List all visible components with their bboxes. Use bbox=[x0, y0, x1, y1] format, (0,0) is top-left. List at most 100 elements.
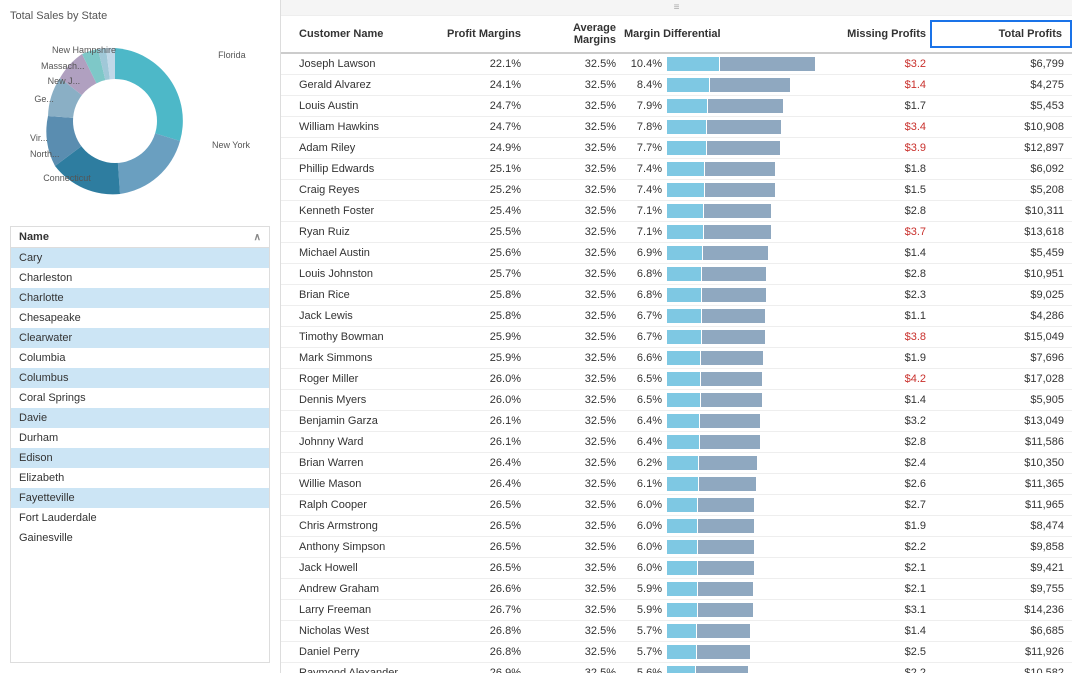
list-item[interactable]: Clearwater bbox=[11, 328, 269, 348]
table-row[interactable]: Kenneth Foster25.4%32.5%7.1%$2.8$10,311 bbox=[281, 201, 1072, 222]
table-row[interactable]: Johnny Ward26.1%32.5%6.4%$2.8$11,586 bbox=[281, 432, 1072, 453]
cell-diff: 6.8% bbox=[620, 264, 820, 284]
table-row[interactable]: Jack Howell26.5%32.5%6.0%$2.1$9,421 bbox=[281, 558, 1072, 579]
list-item[interactable]: Edison bbox=[11, 448, 269, 468]
table-row[interactable]: Chris Armstrong26.5%32.5%6.0%$1.9$8,474 bbox=[281, 516, 1072, 537]
col-header-profit[interactable]: Profit Margins bbox=[435, 22, 525, 46]
table-row[interactable]: Timothy Bowman25.9%32.5%6.7%$3.8$15,049 bbox=[281, 327, 1072, 348]
diff-label: 8.4% bbox=[624, 79, 662, 91]
bar-blue bbox=[667, 330, 701, 344]
table-row[interactable]: Joseph Lawson22.1%32.5%10.4%$3.2$6,799 bbox=[281, 54, 1072, 75]
list-item[interactable]: Coral Springs bbox=[11, 388, 269, 408]
list-item[interactable]: Columbia bbox=[11, 348, 269, 368]
table-row[interactable]: Ralph Cooper26.5%32.5%6.0%$2.7$11,965 bbox=[281, 495, 1072, 516]
cell-missing: $2.2 bbox=[820, 538, 930, 556]
table-row[interactable]: Ryan Ruiz25.5%32.5%7.1%$3.7$13,618 bbox=[281, 222, 1072, 243]
city-list-scroll[interactable]: Cary Charleston Charlotte Chesapeake Cle… bbox=[11, 248, 269, 662]
cell-avg: 32.5% bbox=[525, 160, 620, 178]
list-item[interactable]: Davie bbox=[11, 408, 269, 428]
bar-blue bbox=[667, 225, 703, 239]
bar-blue bbox=[667, 267, 701, 281]
city-list-header: Name ∧ bbox=[11, 227, 269, 248]
cell-avg: 32.5% bbox=[525, 475, 620, 493]
bar-gray bbox=[702, 309, 765, 323]
table-row[interactable]: Phillip Edwards25.1%32.5%7.4%$1.8$6,092 bbox=[281, 159, 1072, 180]
cell-missing: $3.7 bbox=[820, 223, 930, 241]
table-row[interactable]: Mark Simmons25.9%32.5%6.6%$1.9$7,696 bbox=[281, 348, 1072, 369]
table-row[interactable]: Dennis Myers26.0%32.5%6.5%$1.4$5,905 bbox=[281, 390, 1072, 411]
diff-label: 6.1% bbox=[624, 478, 662, 490]
cell-diff: 6.4% bbox=[620, 432, 820, 452]
list-item[interactable]: Columbus bbox=[11, 368, 269, 388]
diff-bars bbox=[667, 162, 816, 176]
table-row[interactable]: Daniel Perry26.8%32.5%5.7%$2.5$11,926 bbox=[281, 642, 1072, 663]
col-header-avg[interactable]: Average Margins bbox=[525, 16, 620, 52]
city-list-container: Name ∧ Cary Charleston Charlotte Chesape… bbox=[10, 226, 270, 663]
list-item[interactable]: Charleston bbox=[11, 268, 269, 288]
cell-total: $4,275 bbox=[930, 76, 1072, 94]
table-row[interactable]: Louis Johnston25.7%32.5%6.8%$2.8$10,951 bbox=[281, 264, 1072, 285]
table-row[interactable]: Brian Rice25.8%32.5%6.8%$2.3$9,025 bbox=[281, 285, 1072, 306]
cell-total: $5,208 bbox=[930, 181, 1072, 199]
bar-blue bbox=[667, 666, 695, 673]
col-header-total[interactable]: Total Profits bbox=[930, 20, 1072, 48]
bar-blue bbox=[667, 414, 699, 428]
list-item[interactable]: Cary bbox=[11, 248, 269, 268]
diff-label: 7.4% bbox=[624, 163, 662, 175]
sort-icon[interactable]: ∧ bbox=[254, 232, 261, 243]
bar-blue bbox=[667, 624, 696, 638]
table-row[interactable]: Anthony Simpson26.5%32.5%6.0%$2.2$9,858 bbox=[281, 537, 1072, 558]
list-item[interactable]: Chesapeake bbox=[11, 308, 269, 328]
drag-handle-top[interactable]: ≡ bbox=[281, 0, 1072, 16]
bar-gray bbox=[705, 183, 775, 197]
table-row[interactable]: Andrew Graham26.6%32.5%5.9%$2.1$9,755 bbox=[281, 579, 1072, 600]
cell-total: $9,025 bbox=[930, 286, 1072, 304]
table-row[interactable]: William Hawkins24.7%32.5%7.8%$3.4$10,908 bbox=[281, 117, 1072, 138]
table-body[interactable]: Joseph Lawson22.1%32.5%10.4%$3.2$6,799Ge… bbox=[281, 54, 1072, 673]
cell-diff: 6.0% bbox=[620, 516, 820, 536]
list-item[interactable]: Charlotte bbox=[11, 288, 269, 308]
col-header-customer[interactable]: Customer Name bbox=[295, 22, 435, 46]
table-row[interactable]: Michael Austin25.6%32.5%6.9%$1.4$5,459 bbox=[281, 243, 1072, 264]
cell-missing: $1.1 bbox=[820, 307, 930, 325]
table-row[interactable]: Larry Freeman26.7%32.5%5.9%$3.1$14,236 bbox=[281, 600, 1072, 621]
table-row[interactable]: Louis Austin24.7%32.5%7.9%$1.7$5,453 bbox=[281, 96, 1072, 117]
cell-total: $4,286 bbox=[930, 307, 1072, 325]
diff-label: 6.0% bbox=[624, 520, 662, 532]
col-header-diff[interactable]: Margin Differential bbox=[620, 22, 820, 46]
diff-bars bbox=[667, 204, 816, 218]
col-header-missing[interactable]: Missing Profits bbox=[820, 22, 930, 46]
cell-diff: 7.8% bbox=[620, 117, 820, 137]
list-item[interactable]: Elizabeth bbox=[11, 468, 269, 488]
cell-diff: 7.4% bbox=[620, 159, 820, 179]
table-row[interactable]: Adam Riley24.9%32.5%7.7%$3.9$12,897 bbox=[281, 138, 1072, 159]
diff-label: 6.7% bbox=[624, 331, 662, 343]
cell-avg: 32.5% bbox=[525, 412, 620, 430]
table-row[interactable]: Jack Lewis25.8%32.5%6.7%$1.1$4,286 bbox=[281, 306, 1072, 327]
cell-customer: Jack Howell bbox=[295, 559, 435, 577]
bar-blue bbox=[667, 246, 702, 260]
cell-profit: 26.5% bbox=[435, 538, 525, 556]
cell-missing: $2.8 bbox=[820, 202, 930, 220]
list-item[interactable]: Fort Lauderdale bbox=[11, 508, 269, 528]
bar-blue bbox=[667, 393, 700, 407]
cell-missing: $3.2 bbox=[820, 412, 930, 430]
cell-avg: 32.5% bbox=[525, 643, 620, 661]
cell-avg: 32.5% bbox=[525, 580, 620, 598]
table-row[interactable]: Raymond Alexander26.9%32.5%5.6%$2.2$10,5… bbox=[281, 663, 1072, 673]
table-row[interactable]: Benjamin Garza26.1%32.5%6.4%$3.2$13,049 bbox=[281, 411, 1072, 432]
list-item[interactable]: Durham bbox=[11, 428, 269, 448]
table-row[interactable]: Brian Warren26.4%32.5%6.2%$2.4$10,350 bbox=[281, 453, 1072, 474]
table-row[interactable]: Roger Miller26.0%32.5%6.5%$4.2$17,028 bbox=[281, 369, 1072, 390]
bar-blue bbox=[667, 582, 697, 596]
diff-bars bbox=[667, 435, 816, 449]
cell-diff: 5.9% bbox=[620, 579, 820, 599]
table-row[interactable]: Willie Mason26.4%32.5%6.1%$2.6$11,365 bbox=[281, 474, 1072, 495]
table-row[interactable]: Gerald Alvarez24.1%32.5%8.4%$1.4$4,275 bbox=[281, 75, 1072, 96]
diff-label: 6.4% bbox=[624, 436, 662, 448]
list-item[interactable]: Fayetteville bbox=[11, 488, 269, 508]
table-row[interactable]: Craig Reyes25.2%32.5%7.4%$1.5$5,208 bbox=[281, 180, 1072, 201]
table-row[interactable]: Nicholas West26.8%32.5%5.7%$1.4$6,685 bbox=[281, 621, 1072, 642]
cell-customer: Larry Freeman bbox=[295, 601, 435, 619]
list-item[interactable]: Gainesville bbox=[11, 528, 269, 548]
